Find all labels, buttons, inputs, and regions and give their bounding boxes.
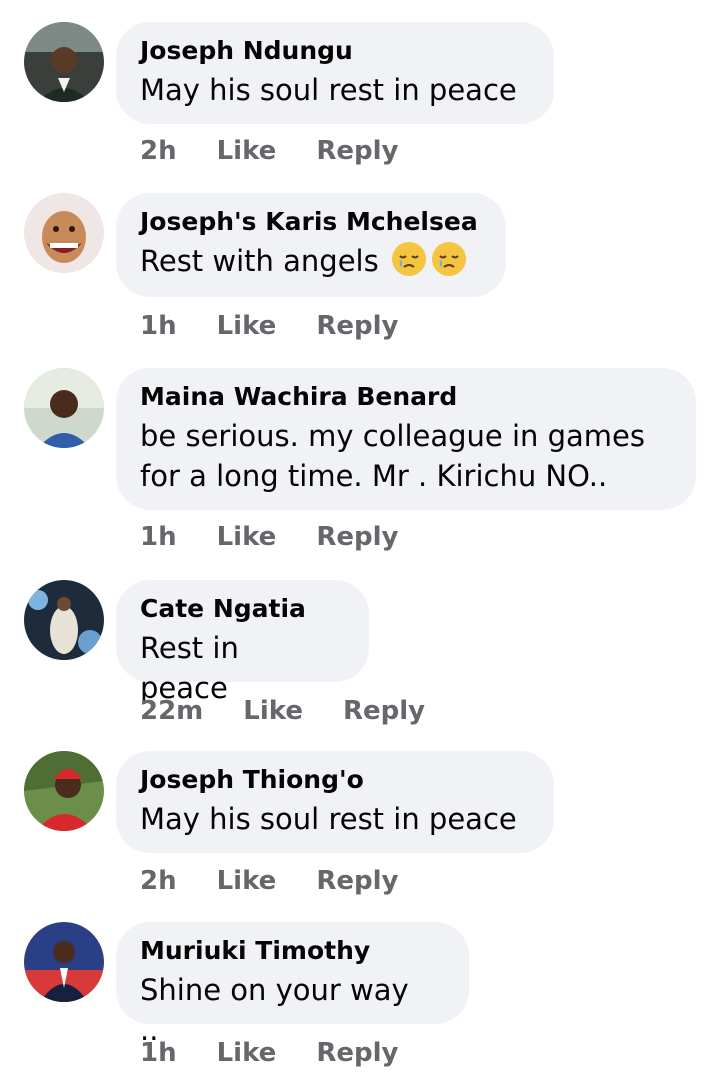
- comment-actions: 1h Like Reply: [140, 522, 438, 552]
- comment-actions: 1h Like Reply: [140, 311, 438, 341]
- timestamp[interactable]: 22m: [140, 696, 203, 726]
- comment-text: May his soul rest in peace: [140, 73, 517, 107]
- comment-actions: 22m Like Reply: [140, 696, 465, 726]
- comment-text: Rest with angels: [140, 241, 472, 281]
- comment-bubble: Joseph Thiong'o May his soul rest in pea…: [116, 751, 554, 853]
- comment-text-content: Rest with angels: [140, 244, 379, 278]
- author-name[interactable]: Maina Wachira Benard: [140, 382, 662, 412]
- author-name[interactable]: Muriuki Timothy: [140, 936, 435, 966]
- reply-button[interactable]: Reply: [316, 866, 398, 896]
- comment-bubble: Muriuki Timothy Shine on your way ..: [116, 922, 469, 1047]
- avatar[interactable]: [24, 368, 104, 448]
- author-name[interactable]: Cate Ngatia: [140, 594, 335, 624]
- comment-bubble: Joseph Ndungu May his soul rest in peace: [116, 22, 554, 124]
- like-button[interactable]: Like: [217, 522, 277, 552]
- comment-text: be serious. my colleague in games for a …: [140, 419, 645, 493]
- like-button[interactable]: Like: [217, 311, 277, 341]
- comment-actions: 1h Like Reply: [140, 1038, 438, 1068]
- avatar[interactable]: [24, 580, 104, 660]
- like-button[interactable]: Like: [217, 1038, 277, 1068]
- comment-bubble: Joseph's Karis Mchelsea Rest with angels: [116, 193, 506, 297]
- like-button[interactable]: Like: [217, 136, 277, 166]
- timestamp[interactable]: 1h: [140, 522, 177, 552]
- like-button[interactable]: Like: [217, 866, 277, 896]
- author-name[interactable]: Joseph's Karis Mchelsea: [140, 207, 478, 237]
- avatar[interactable]: [24, 751, 104, 831]
- reply-button[interactable]: Reply: [316, 136, 398, 166]
- comment-bubble: Cate Ngatia Rest in peace: [116, 580, 369, 705]
- comment-actions: 2h Like Reply: [140, 136, 438, 166]
- comment-actions: 2h Like Reply: [140, 866, 438, 896]
- comment-bubble: Maina Wachira Benard be serious. my coll…: [116, 368, 696, 510]
- reply-button[interactable]: Reply: [316, 1038, 398, 1068]
- author-name[interactable]: Joseph Ndungu: [140, 36, 520, 66]
- reply-button[interactable]: Reply: [343, 696, 425, 726]
- avatar[interactable]: [24, 22, 104, 102]
- reply-button[interactable]: Reply: [316, 522, 398, 552]
- crying-face-icon: [431, 242, 466, 276]
- author-name[interactable]: Joseph Thiong'o: [140, 765, 520, 795]
- crying-face-icon: [391, 242, 426, 276]
- like-button[interactable]: Like: [243, 696, 303, 726]
- timestamp[interactable]: 2h: [140, 136, 177, 166]
- avatar[interactable]: [24, 922, 104, 1002]
- timestamp[interactable]: 1h: [140, 1038, 177, 1068]
- timestamp[interactable]: 1h: [140, 311, 177, 341]
- reply-button[interactable]: Reply: [316, 311, 398, 341]
- comment-text: May his soul rest in peace: [140, 802, 517, 836]
- timestamp[interactable]: 2h: [140, 866, 177, 896]
- avatar[interactable]: [24, 193, 104, 273]
